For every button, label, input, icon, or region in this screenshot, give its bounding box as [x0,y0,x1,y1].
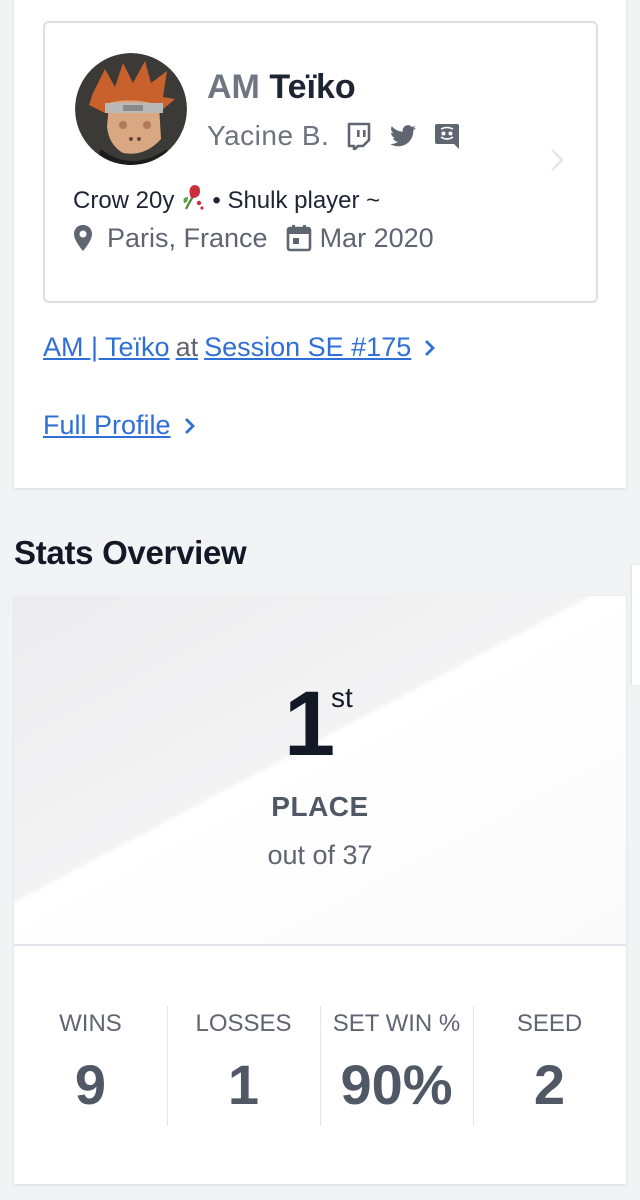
location-text: Paris, France [107,222,268,253]
stat-value: 90% [340,1053,453,1116]
location-pin-icon [73,223,99,253]
stat-value: 9 [74,1053,107,1116]
placement-hero: 1 st PLACE out of 37 [14,596,626,946]
avatar [75,53,187,165]
stat-label: WINS [59,1010,122,1037]
page: AM Teïko Yacine B. Crow 20y • Shulk play… [0,0,640,1200]
entrant-count: out of 37 [267,840,373,870]
sponsor-prefix: AM [207,68,260,106]
stat-label: SEED [516,1010,583,1037]
chevron-right-icon[interactable] [545,147,569,173]
stat-value: 2 [533,1053,566,1116]
player-tag: AM Teïko [207,67,356,107]
at-text: at [175,332,199,362]
stat-wins: WINS 9 [14,1006,167,1126]
player-card: AM Teïko Yacine B. Crow 20y • Shulk play… [14,0,626,488]
realname-row: Yacine B. [207,116,461,156]
twitter-icon[interactable] [389,122,417,150]
stat-label: LOSSES [195,1010,292,1037]
chevron-right-icon[interactable] [183,415,197,437]
stat-set-win-pct: SET WIN % 90% [320,1006,473,1126]
event-link[interactable]: Session SE #175 [204,332,411,363]
bio-text-start: Crow 20y [73,186,175,214]
twitch-icon[interactable] [345,122,373,150]
place-number: 1 [284,673,336,775]
stat-losses: LOSSES 1 [167,1006,320,1126]
next-card-edge [632,565,640,685]
stat-label: SET WIN % [332,1010,461,1037]
player-meta: Paris, France Mar 2020 [73,220,434,256]
stat-value: 1 [227,1053,260,1116]
full-profile-row[interactable]: Full Profile [43,410,197,441]
entrant-link[interactable]: AM | Teïko [43,332,170,363]
event-link-row[interactable]: AM | Teïko at Session SE #175 [43,332,437,363]
rose-emoji-icon [180,183,206,218]
bio-text-end: • Shulk player ~ [212,186,381,214]
calendar-icon [286,223,312,253]
place-suffix: st [331,682,353,713]
player-profile-box[interactable]: AM Teïko Yacine B. Crow 20y • Shulk play… [43,21,598,303]
stat-seed: SEED 2 [473,1006,626,1126]
joined-date: Mar 2020 [319,222,434,253]
section-title: Stats Overview [14,534,247,571]
full-profile-link[interactable]: Full Profile [43,410,171,441]
player-bio: Crow 20y • Shulk player ~ [73,183,380,218]
discord-icon[interactable] [433,122,461,150]
real-name: Yacine B. [207,120,330,151]
stat-columns: WINS 9 LOSSES 1 SET WIN % 90% SEED 2 [14,1006,626,1126]
stats-card: 1 st PLACE out of 37 WINS 9 LOSSES 1 SET… [14,596,626,1184]
chevron-right-icon[interactable] [423,337,437,359]
place-label: PLACE [271,791,369,822]
gamertag: Teïko [269,68,356,106]
